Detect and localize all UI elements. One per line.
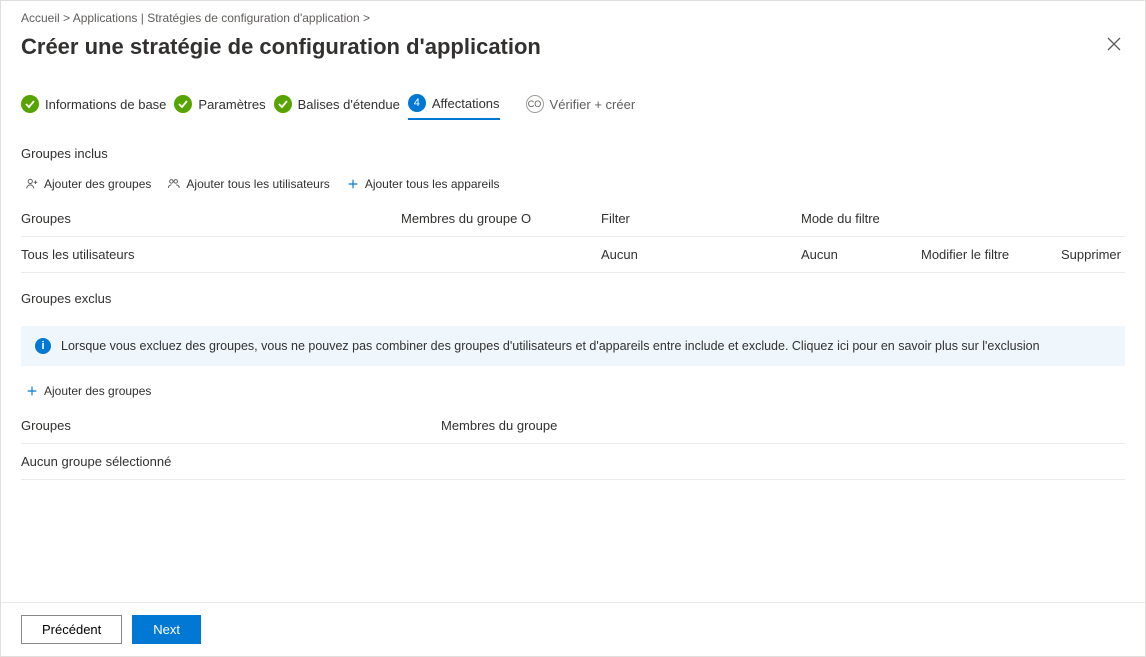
step-scope-tags[interactable]: Balises d'étendue <box>274 95 400 119</box>
breadcrumb[interactable]: Accueil > Applications | Stratégies de c… <box>1 1 1145 29</box>
page-title: Créer une stratégie de configuration d'a… <box>21 34 541 60</box>
excluded-groups-title: Groupes exclus <box>1 273 1145 312</box>
step-circle-icon: CO <box>526 95 544 113</box>
table-row: Tous les utilisateurs Aucun Aucun Modifi… <box>21 237 1125 273</box>
col-groups: Groupes <box>21 211 401 226</box>
exclusion-info-banner: i Lorsque vous excluez des groupes, vous… <box>21 326 1125 366</box>
step-number-badge: 4 <box>408 94 426 112</box>
col-filter: Filter <box>601 211 801 226</box>
previous-button[interactable]: Précédent <box>21 615 122 644</box>
step-settings-label: Paramètres <box>198 97 265 112</box>
excluded-actions: Ajouter des groupes <box>1 380 1145 408</box>
col-members: Membres du groupe O <box>401 211 601 226</box>
add-all-devices-button[interactable]: Ajouter tous les appareils <box>346 177 500 191</box>
plus-icon <box>25 384 39 398</box>
add-groups-button[interactable]: Ajouter des groupes <box>25 177 151 191</box>
excluded-empty-text: Aucun groupe sélectionné <box>21 454 441 469</box>
wizard-steps: Informations de base Paramètres Balises … <box>1 60 1145 128</box>
step-basics[interactable]: Informations de base <box>21 95 166 119</box>
excluded-groups-table: Groupes Membres du groupe Aucun groupe s… <box>1 408 1145 480</box>
close-button[interactable] <box>1103 33 1125 60</box>
check-icon <box>274 95 292 113</box>
row-name: Tous les utilisateurs <box>21 247 401 262</box>
excl-col-groups: Groupes <box>21 418 441 433</box>
add-groups-label: Ajouter des groupes <box>44 177 151 191</box>
included-groups-title: Groupes inclus <box>1 128 1145 167</box>
add-all-users-button[interactable]: Ajouter tous les utilisateurs <box>167 177 329 191</box>
check-icon <box>174 95 192 113</box>
info-icon: i <box>35 338 51 354</box>
wizard-footer: Précédent Next <box>1 602 1145 656</box>
people-icon <box>167 177 181 191</box>
row-filter: Aucun <box>601 247 801 262</box>
add-all-users-label: Ajouter tous les utilisateurs <box>186 177 329 191</box>
add-excluded-groups-label: Ajouter des groupes <box>44 384 151 398</box>
included-groups-table: Groupes Membres du groupe O Filter Mode … <box>1 201 1145 273</box>
step-scope-tags-label: Balises d'étendue <box>298 97 400 112</box>
check-icon <box>21 95 39 113</box>
close-icon <box>1107 37 1121 51</box>
step-basics-label: Informations de base <box>45 97 166 112</box>
add-excluded-groups-button[interactable]: Ajouter des groupes <box>25 384 151 398</box>
step-assignments[interactable]: 4 Affectations <box>408 94 500 120</box>
exclusion-info-text: Lorsque vous excluez des groupes, vous n… <box>61 339 1040 353</box>
included-actions: Ajouter des groupes Ajouter tous les uti… <box>1 167 1145 201</box>
step-review[interactable]: CO Vérifier + créer <box>526 95 636 119</box>
add-all-devices-label: Ajouter tous les appareils <box>365 177 500 191</box>
next-button[interactable]: Next <box>132 615 201 644</box>
step-assignments-label: Affectations <box>432 96 500 111</box>
remove-link[interactable]: Supprimer <box>1061 247 1141 262</box>
person-plus-icon <box>25 177 39 191</box>
plus-icon <box>346 177 360 191</box>
row-filter-mode: Aucun <box>801 247 921 262</box>
col-filter-mode: Mode du filtre <box>801 211 921 226</box>
step-review-label: Vérifier + créer <box>550 97 636 112</box>
edit-filter-link[interactable]: Modifier le filtre <box>921 247 1061 262</box>
excl-col-members: Membres du groupe <box>441 418 721 433</box>
step-settings[interactable]: Paramètres <box>174 95 265 119</box>
